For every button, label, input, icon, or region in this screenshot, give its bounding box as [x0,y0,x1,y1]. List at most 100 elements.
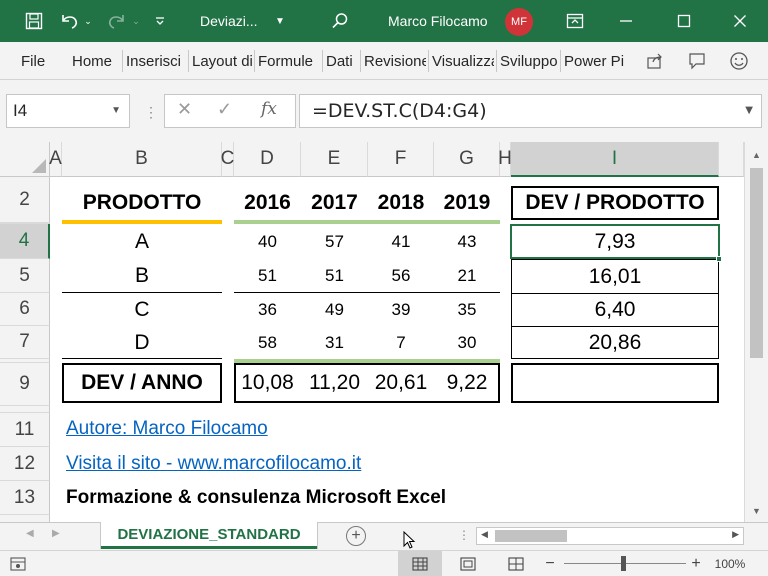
cell-d9[interactable]: 10,08 [234,363,301,403]
vertical-scroll-thumb[interactable] [750,168,763,358]
redo-icon[interactable] [104,0,130,42]
cell-i2[interactable]: DEV / PRODOTTO [511,186,719,220]
undo-dropdown-icon[interactable]: ⌄ [82,0,94,42]
scroll-down-icon[interactable]: ▼ [752,506,761,516]
scroll-right-icon[interactable]: ▶ [732,529,739,540]
cell-d2[interactable]: 2016 [234,186,301,220]
feedback-smiley-icon[interactable] [724,48,754,74]
comments-icon[interactable] [682,48,712,74]
cell-b9[interactable]: DEV / ANNO [62,363,222,403]
horizontal-scrollbar[interactable]: ◀ ▶ [476,527,744,545]
row-header-10[interactable] [0,406,50,413]
tab-formulas[interactable]: Formule [258,42,320,80]
tab-review[interactable]: Revisione [364,42,426,80]
cell-b4[interactable]: A [62,224,222,259]
cell-d6[interactable]: 36 [234,293,301,326]
cancel-icon[interactable]: ✕ [177,99,192,120]
maximize-icon[interactable] [670,0,698,42]
column-header-d[interactable]: D [234,142,301,177]
zoom-level[interactable]: 100% [710,551,750,576]
tab-home[interactable]: Home [72,42,120,80]
formula-input[interactable]: =DEV.ST.C(D4:G4) ▼ [299,94,762,128]
row-header-9[interactable]: 9 [0,363,50,406]
cell-g6[interactable]: 35 [434,293,500,326]
zoom-slider-thumb[interactable] [621,556,626,571]
close-icon[interactable] [726,0,754,42]
cell-g9[interactable]: 9,22 [434,363,500,403]
undo-icon[interactable] [56,0,82,42]
name-box[interactable]: I4 ▼ [6,94,130,128]
cell-f7[interactable]: 7 [368,326,434,359]
tab-insert[interactable]: Inserisci [126,42,186,80]
tab-file[interactable]: File [21,42,51,80]
tab-view[interactable]: Visualizza [432,42,494,80]
expand-formula-bar-icon[interactable]: ▼ [745,105,753,116]
column-header-f[interactable]: F [368,142,434,177]
cell-e2[interactable]: 2017 [301,186,368,220]
name-box-dropdown-icon[interactable]: ▼ [111,105,121,116]
cell-g4[interactable]: 43 [434,224,500,259]
formula-bar-grip-icon[interactable]: ⋮ [144,104,158,121]
cell-f5[interactable]: 56 [368,259,434,293]
cell-b7[interactable]: D [62,326,222,359]
cell-b5[interactable]: B [62,259,222,293]
next-sheet-icon[interactable]: ▶ [52,528,60,539]
column-header-c[interactable]: C [221,142,234,177]
tab-split-grip-icon[interactable]: ⋮ [458,528,470,542]
cell-d4[interactable]: 40 [234,224,301,259]
normal-view-icon[interactable] [398,551,442,576]
cell-g7[interactable]: 30 [434,326,500,359]
customize-toolbar-icon[interactable] [150,0,170,42]
cell-f4[interactable]: 41 [368,224,434,259]
cell-g2[interactable]: 2019 [434,186,500,220]
cell-i5[interactable]: 16,01 [511,259,719,293]
row-header-5[interactable]: 5 [0,259,50,293]
user-avatar[interactable]: MF [505,8,533,36]
column-header-h[interactable]: H [498,142,512,177]
sheet-tab-deviazione-standard[interactable]: DEVIAZIONE_STANDARD [101,522,317,549]
enter-check-icon[interactable]: ✓ [217,99,232,120]
macro-record-icon[interactable] [8,551,28,576]
prev-sheet-icon[interactable]: ◀ [26,528,34,539]
column-header-e[interactable]: E [301,142,368,177]
redo-dropdown-icon[interactable]: ⌄ [130,0,142,42]
cell-f6[interactable]: 39 [368,293,434,326]
cell-f2[interactable]: 2018 [368,186,434,220]
column-header-b[interactable]: B [62,142,222,177]
row-header-7[interactable]: 7 [0,326,50,359]
row-header-13[interactable]: 13 [0,481,50,515]
page-break-view-icon[interactable] [496,551,536,576]
tab-developer[interactable]: Sviluppo [500,42,558,80]
worksheet-grid[interactable]: A B C D E F G H I 2 4 5 6 7 9 11 12 13 P… [0,142,768,522]
cell-e7[interactable]: 31 [301,326,368,359]
tab-page-layout[interactable]: Layout di pagina [192,42,252,80]
row-header-12[interactable]: 12 [0,447,50,481]
page-layout-view-icon[interactable] [448,551,488,576]
fill-handle[interactable] [716,256,722,262]
zoom-in-icon[interactable]: + [686,551,706,576]
document-title[interactable]: Deviazi... [200,0,270,42]
add-sheet-icon[interactable]: + [346,526,366,546]
tab-power-pivot[interactable]: Power Pivot [564,42,624,80]
row-header-4[interactable]: 4 [0,224,50,259]
scroll-left-icon[interactable]: ◀ [481,529,488,540]
horizontal-scroll-thumb[interactable] [495,530,567,542]
ribbon-display-options-icon[interactable] [562,0,588,42]
cell-e6[interactable]: 49 [301,293,368,326]
select-all-corner[interactable] [0,142,50,177]
column-header-a[interactable]: A [49,142,62,177]
cell-e5[interactable]: 51 [301,259,368,293]
cell-e9[interactable]: 11,20 [301,363,368,403]
author-link[interactable]: Autore: Marco Filocamo [66,418,268,440]
zoom-out-icon[interactable]: − [540,551,560,576]
cell-f9[interactable]: 20,61 [368,363,434,403]
column-header-i[interactable]: I [511,142,719,177]
row-header-14[interactable] [0,515,50,522]
share-icon[interactable] [640,48,670,74]
cell-d7[interactable]: 58 [234,326,301,359]
minimize-icon[interactable] [612,0,640,42]
vertical-scrollbar[interactable]: ▲ ▼ [744,142,768,522]
website-link[interactable]: Visita il sito - www.marcofilocamo.it [66,453,361,475]
search-icon[interactable] [328,0,352,42]
column-header-j[interactable] [719,142,744,177]
